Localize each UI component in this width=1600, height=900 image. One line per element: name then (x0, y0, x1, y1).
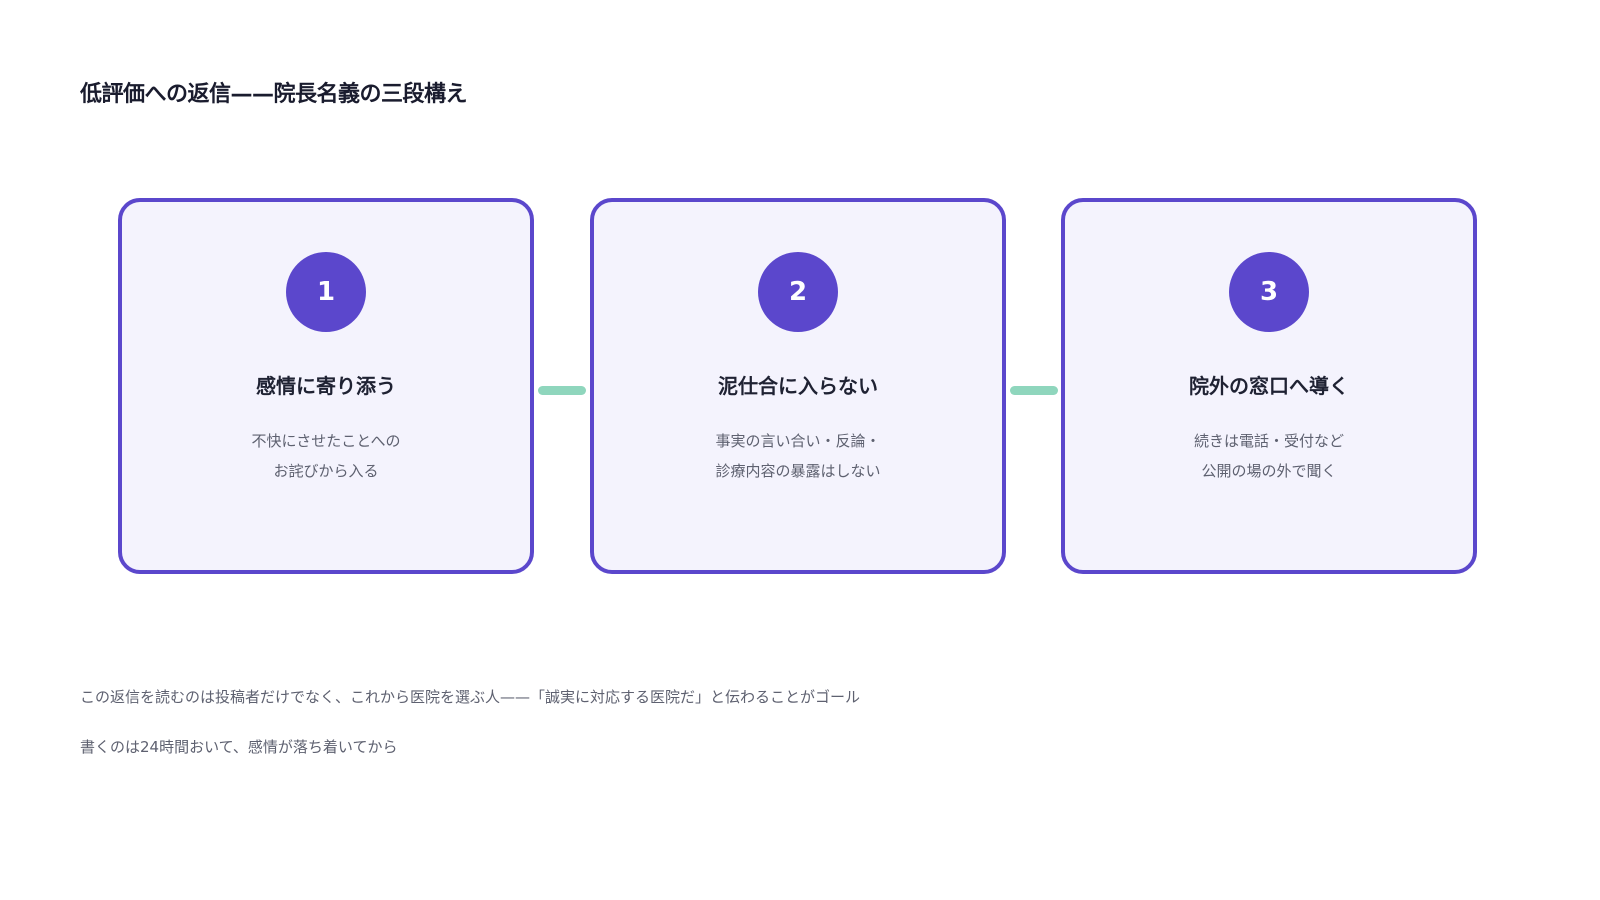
footnote-audience: この返信を読むのは投稿者だけでなく、これから医院を選ぶ人——「誠実に対応する医院… (80, 688, 861, 706)
step-number-badge: 2 (758, 252, 838, 332)
step-description-line: 公開の場の外で聞く (1201, 462, 1337, 480)
step-description: 事実の言い合い・反論・ 診療内容の暴露はしない (594, 426, 1002, 486)
step-number-badge: 1 (286, 252, 366, 332)
page-title: 低評価への返信——院長名義の三段構え (80, 82, 468, 107)
step-description-line: 事実の言い合い・反論・ (715, 432, 881, 450)
step-card-1: 1 感情に寄り添う 不快にさせたことへの お詫びから入る (118, 198, 534, 574)
step-number-badge: 3 (1229, 252, 1309, 332)
step-description: 不快にさせたことへの お詫びから入る (122, 426, 530, 486)
step-description-line: お詫びから入る (273, 462, 379, 480)
step-description-line: 不快にさせたことへの (251, 432, 401, 450)
step-card-2: 2 泥仕合に入らない 事実の言い合い・反論・ 診療内容の暴露はしない (590, 198, 1006, 574)
step-title: 院外の窓口へ導く (1189, 374, 1349, 398)
step-description-line: 診療内容の暴露はしない (715, 462, 881, 480)
step-card-3: 3 院外の窓口へ導く 続きは電話・受付など 公開の場の外で聞く (1061, 198, 1477, 574)
step-description-line: 続きは電話・受付など (1193, 432, 1344, 450)
step-connector (1010, 386, 1058, 395)
step-description: 続きは電話・受付など 公開の場の外で聞く (1065, 426, 1473, 486)
step-connector (538, 386, 586, 395)
step-title: 感情に寄り添う (256, 374, 396, 398)
step-title: 泥仕合に入らない (718, 374, 878, 398)
footnote-timing: 書くのは24時間おいて、感情が落ち着いてから (80, 738, 398, 756)
